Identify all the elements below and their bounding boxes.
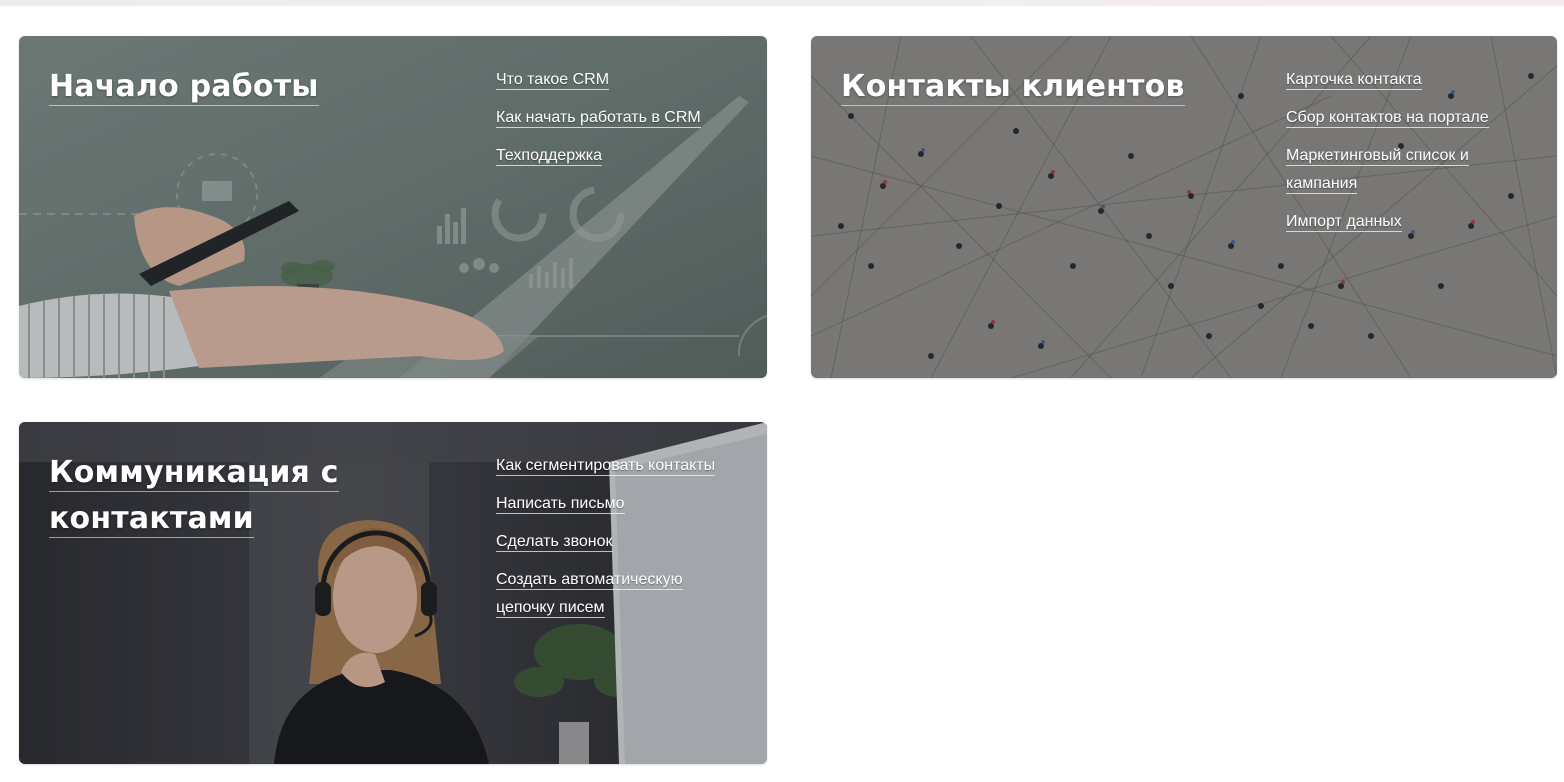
list-item: Сделать звонок <box>496 528 726 556</box>
list-item: Как сегментировать контакты <box>496 452 726 480</box>
list-item: Создать автоматическую цепочку писем <box>496 566 726 622</box>
card-title[interactable]: Контакты клиентов <box>841 64 1185 110</box>
link-write-email[interactable]: Написать письмо <box>496 495 625 514</box>
link-tech-support[interactable]: Техподдержка <box>496 147 603 166</box>
list-item: Сбор контактов на портале <box>1286 104 1531 132</box>
card-contact-communication[interactable]: Коммуникация с контактами Как сегментиро… <box>19 422 767 764</box>
top-gradient-bar <box>0 0 1564 6</box>
list-item: Что такое CRM <box>496 66 701 94</box>
card-title-line: контактами <box>49 501 254 538</box>
card-links: Карточка контакта Сбор контактов на порт… <box>1286 66 1531 246</box>
link-email-chain[interactable]: Создать автоматическую цепочку писем <box>496 571 683 618</box>
link-import-data[interactable]: Импорт данных <box>1286 213 1402 232</box>
list-item: Техподдержка <box>496 142 701 170</box>
list-item: Импорт данных <box>1286 208 1531 236</box>
card-getting-started[interactable]: Начало работы Что такое CRM Как начать р… <box>19 36 767 378</box>
card-title[interactable]: Начало работы <box>49 64 319 110</box>
link-how-to-start-crm[interactable]: Как начать работать в CRM <box>496 109 701 128</box>
link-make-call[interactable]: Сделать звонок <box>496 533 613 552</box>
card-customer-contacts[interactable]: Контакты клиентов Карточка контакта Сбор… <box>811 36 1557 378</box>
list-item: Написать письмо <box>496 490 726 518</box>
card-title-line: Начало работы <box>49 69 319 106</box>
list-item: Как начать работать в CRM <box>496 104 701 132</box>
card-links: Что такое CRM Как начать работать в CRM … <box>496 66 701 180</box>
card-title-line: Контакты клиентов <box>841 69 1185 106</box>
card-title[interactable]: Коммуникация с контактами <box>49 450 339 542</box>
card-title-line: Коммуникация с <box>49 455 339 492</box>
link-collect-contacts[interactable]: Сбор контактов на портале <box>1286 109 1489 128</box>
card-links: Как сегментировать контакты Написать пис… <box>496 452 726 632</box>
link-segment-contacts[interactable]: Как сегментировать контакты <box>496 457 716 476</box>
list-item: Карточка контакта <box>1286 66 1531 94</box>
link-contact-card[interactable]: Карточка контакта <box>1286 71 1422 90</box>
link-what-is-crm[interactable]: Что такое CRM <box>496 71 610 90</box>
list-item: Маркетинговый список и кампания <box>1286 142 1531 198</box>
link-marketing-list[interactable]: Маркетинговый список и кампания <box>1286 147 1469 194</box>
